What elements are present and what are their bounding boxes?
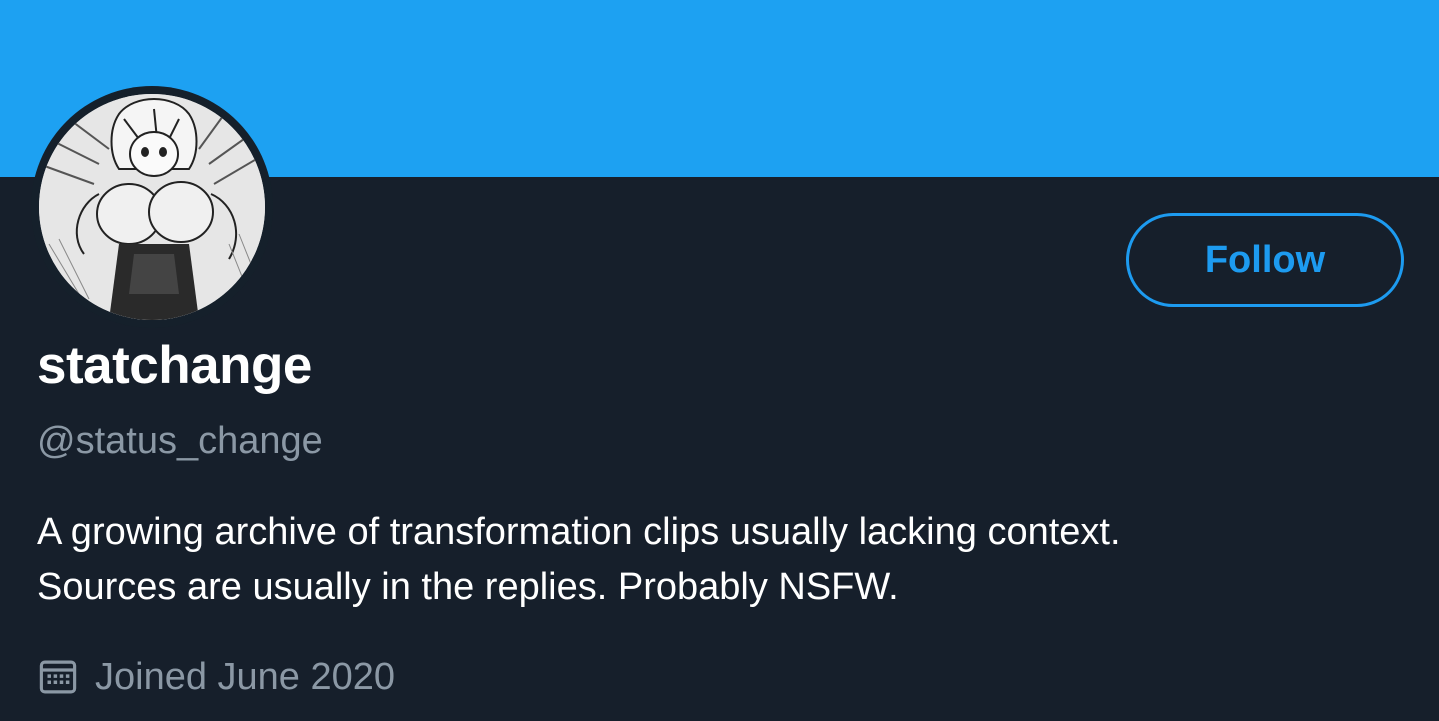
profile-handle: @status_change [37,420,323,462]
bio-line: Sources are usually in the replies. Prob… [37,566,899,608]
display-name: statchange [37,336,312,395]
profile-page: Follow statchange @status_change A growi… [0,0,1439,721]
avatar-image [39,94,265,320]
joined-date: Joined June 2020 [37,652,395,702]
bio-line: A growing archive of transformation clip… [37,511,1121,553]
joined-text: Joined June 2020 [95,655,396,698]
profile-bio: A growing archive of transformation clip… [37,505,1407,615]
follow-button[interactable]: Follow [1126,213,1404,307]
calendar-icon [39,660,77,694]
avatar[interactable] [39,94,265,320]
